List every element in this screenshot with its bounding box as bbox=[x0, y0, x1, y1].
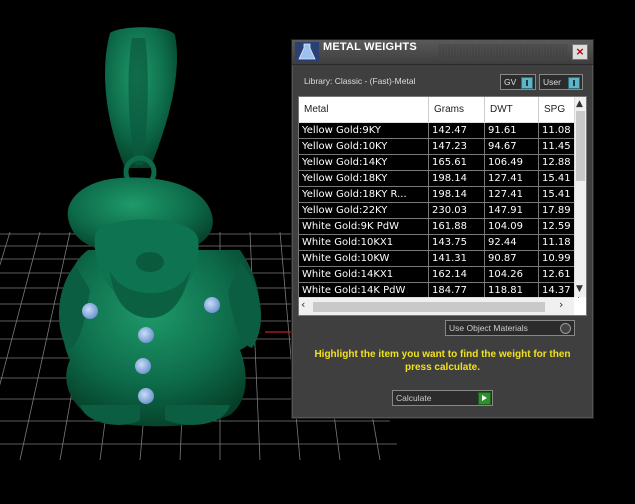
cell-metal: Yellow Gold:22KY bbox=[299, 203, 429, 218]
cell-dwt: 91.61 bbox=[485, 123, 539, 138]
table-body: Yellow Gold:9KY 142.47 91.61 11.08 Yello… bbox=[299, 123, 579, 299]
table-row[interactable]: Yellow Gold:18KY 198.14 127.41 15.41 bbox=[299, 171, 579, 187]
cell-metal: White Gold:9K PdW bbox=[299, 219, 429, 234]
cell-spg: 11.08 bbox=[539, 123, 579, 138]
cell-metal: Yellow Gold:9KY bbox=[299, 123, 429, 138]
cell-grams: 230.03 bbox=[429, 203, 485, 218]
table-row[interactable]: White Gold:14KX1 162.14 104.26 12.61 bbox=[299, 267, 579, 283]
gv-toggle-label: GV bbox=[504, 77, 517, 87]
arrow-up-icon[interactable]: ▲ bbox=[576, 99, 583, 109]
metal-weights-dialog: METAL WEIGHTS × Library: Classic - (Fast… bbox=[291, 39, 594, 419]
cell-spg: 11.45 bbox=[539, 139, 579, 154]
use-object-materials-toggle[interactable]: Use Object Materials bbox=[445, 320, 575, 336]
vertical-scrollbar[interactable] bbox=[574, 97, 586, 297]
figure-button bbox=[135, 358, 151, 374]
cell-grams: 162.14 bbox=[429, 267, 485, 282]
cell-dwt: 90.87 bbox=[485, 251, 539, 266]
cell-grams: 141.31 bbox=[429, 251, 485, 266]
table-row[interactable]: Yellow Gold:10KY 147.23 94.67 11.45 bbox=[299, 139, 579, 155]
3d-model-figure[interactable] bbox=[58, 27, 262, 427]
calculate-button[interactable]: Calculate bbox=[392, 390, 493, 406]
cell-dwt: 147.91 bbox=[485, 203, 539, 218]
user-toggle-label: User bbox=[543, 77, 561, 87]
table-row[interactable]: Yellow Gold:22KY 230.03 147.91 17.89 bbox=[299, 203, 579, 219]
figure-nose bbox=[136, 252, 164, 272]
cell-metal: Yellow Gold:10KY bbox=[299, 139, 429, 154]
cell-dwt: 94.67 bbox=[485, 139, 539, 154]
titlebar-grip bbox=[438, 44, 568, 58]
horizontal-scrollbar[interactable] bbox=[299, 297, 574, 315]
gv-toggle[interactable]: GV bbox=[500, 74, 536, 90]
figure-button bbox=[204, 297, 220, 313]
cell-metal: Yellow Gold:18KY R... bbox=[299, 187, 429, 202]
user-toggle[interactable]: User bbox=[539, 74, 583, 90]
cell-dwt: 92.44 bbox=[485, 235, 539, 250]
cell-spg: 12.88 bbox=[539, 155, 579, 170]
cell-grams: 147.23 bbox=[429, 139, 485, 154]
cell-spg: 17.89 bbox=[539, 203, 579, 218]
cell-metal: White Gold:14K PdW bbox=[299, 283, 429, 298]
arrow-down-icon[interactable]: ▼ bbox=[576, 284, 583, 294]
cell-grams: 143.75 bbox=[429, 235, 485, 250]
metal-table[interactable]: Metal Grams DWT SPG Yellow Gold:9KY 142.… bbox=[298, 96, 587, 316]
figure-left-foot bbox=[80, 405, 140, 425]
cell-spg: 14.37 bbox=[539, 283, 579, 298]
cell-metal: Yellow Gold:18KY bbox=[299, 171, 429, 186]
use-object-materials-label: Use Object Materials bbox=[449, 323, 528, 333]
close-icon[interactable]: × bbox=[572, 44, 588, 60]
cell-grams: 184.77 bbox=[429, 283, 485, 298]
cell-metal: Yellow Gold:14KY bbox=[299, 155, 429, 170]
cell-dwt: 118.81 bbox=[485, 283, 539, 298]
cell-grams: 198.14 bbox=[429, 171, 485, 186]
table-row[interactable]: White Gold:9K PdW 161.88 104.09 12.59 bbox=[299, 219, 579, 235]
calculate-label: Calculate bbox=[396, 393, 432, 403]
cell-grams: 198.14 bbox=[429, 187, 485, 202]
cell-spg: 12.61 bbox=[539, 267, 579, 282]
horizontal-scroll-thumb[interactable] bbox=[313, 302, 545, 312]
cell-dwt: 104.26 bbox=[485, 267, 539, 282]
cell-metal: White Gold:10KX1 bbox=[299, 235, 429, 250]
cell-spg: 10.99 bbox=[539, 251, 579, 266]
toggle-switch-icon bbox=[568, 77, 580, 89]
table-header: Metal Grams DWT SPG bbox=[299, 97, 574, 123]
arrow-right-icon[interactable]: › bbox=[559, 299, 563, 310]
arrow-left-icon[interactable]: ‹ bbox=[301, 299, 305, 310]
radio-icon bbox=[560, 323, 571, 334]
cell-dwt: 106.49 bbox=[485, 155, 539, 170]
table-row[interactable]: Yellow Gold:9KY 142.47 91.61 11.08 bbox=[299, 123, 579, 139]
figure-button bbox=[138, 388, 154, 404]
vertical-scroll-thumb[interactable] bbox=[576, 111, 585, 181]
cell-dwt: 127.41 bbox=[485, 171, 539, 186]
library-label: Library: Classic - (Fast)-Metal bbox=[304, 76, 416, 86]
cell-metal: White Gold:14KX1 bbox=[299, 267, 429, 282]
cell-spg: 12.59 bbox=[539, 219, 579, 234]
cell-grams: 142.47 bbox=[429, 123, 485, 138]
cell-dwt: 104.09 bbox=[485, 219, 539, 234]
column-header-dwt[interactable]: DWT bbox=[485, 97, 539, 122]
dialog-title: METAL WEIGHTS bbox=[323, 41, 417, 53]
column-header-grams[interactable]: Grams bbox=[429, 97, 485, 122]
cell-grams: 165.61 bbox=[429, 155, 485, 170]
cell-grams: 161.88 bbox=[429, 219, 485, 234]
column-header-spg[interactable]: SPG bbox=[539, 97, 579, 122]
toggle-switch-icon bbox=[521, 77, 533, 89]
dialog-titlebar[interactable]: METAL WEIGHTS × bbox=[292, 40, 593, 65]
cell-dwt: 127.41 bbox=[485, 187, 539, 202]
instructions-text: Highlight the item you want to find the … bbox=[314, 349, 571, 373]
cell-metal: White Gold:10KW bbox=[299, 251, 429, 266]
cell-spg: 15.41 bbox=[539, 187, 579, 202]
cell-spg: 11.18 bbox=[539, 235, 579, 250]
column-header-metal[interactable]: Metal bbox=[299, 97, 429, 122]
figure-button bbox=[82, 303, 98, 319]
table-row[interactable]: Yellow Gold:18KY R... 198.14 127.41 15.4… bbox=[299, 187, 579, 203]
cell-spg: 15.41 bbox=[539, 171, 579, 186]
table-row[interactable]: Yellow Gold:14KY 165.61 106.49 12.88 bbox=[299, 155, 579, 171]
flask-icon bbox=[295, 42, 319, 62]
table-row[interactable]: White Gold:10KX1 143.75 92.44 11.18 bbox=[299, 235, 579, 251]
figure-button bbox=[138, 327, 154, 343]
play-icon bbox=[478, 392, 491, 405]
table-row[interactable]: White Gold:10KW 141.31 90.87 10.99 bbox=[299, 251, 579, 267]
